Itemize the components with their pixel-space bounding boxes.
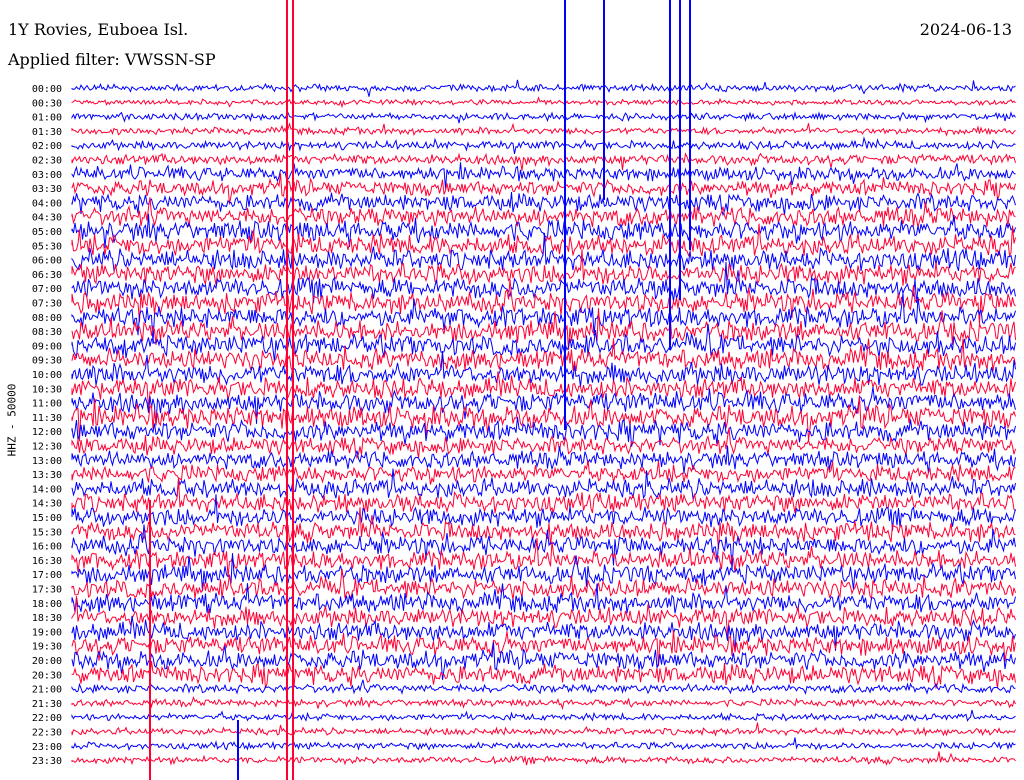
row-label: 18:30 (32, 613, 62, 624)
row-label: 21:30 (32, 699, 62, 710)
trace-row (71, 751, 1016, 766)
row-label: 05:30 (32, 241, 62, 252)
row-label: 15:00 (32, 513, 62, 524)
row-label: 16:00 (32, 542, 62, 553)
row-label: 21:00 (32, 685, 62, 696)
trace-row (71, 460, 1016, 485)
row-label: 04:00 (32, 198, 62, 209)
trace-row (71, 232, 1016, 272)
row-label: 09:30 (32, 356, 62, 367)
row-label: 03:30 (32, 184, 62, 195)
trace-row (71, 136, 1016, 155)
trace-row (71, 553, 1016, 592)
row-label: 11:00 (32, 399, 62, 410)
row-label: 19:00 (32, 627, 62, 638)
trace-row (71, 122, 1016, 137)
trace-row (71, 152, 1016, 171)
row-label: 07:30 (32, 299, 62, 310)
row-label: 02:00 (32, 141, 62, 152)
row-label: 10:00 (32, 370, 62, 381)
row-label: 20:30 (32, 670, 62, 681)
trace-row (71, 679, 1016, 695)
trace-row (71, 709, 1016, 722)
row-label: 17:30 (32, 585, 62, 596)
trace-row (71, 722, 1016, 737)
row-label: 10:30 (32, 384, 62, 395)
row-label: 22:30 (32, 728, 62, 739)
row-label: 11:30 (32, 413, 62, 424)
helicorder-plot: 00:00 00:30 01:00 01:30 02:00 02:30 03:00 03:30… (32, 0, 1016, 780)
row-label: 01:00 (32, 113, 62, 124)
row-label: 23:30 (32, 756, 62, 767)
row-label: 12:00 (32, 427, 62, 438)
trace-row (71, 583, 1016, 615)
row-label: 00:00 (32, 84, 62, 95)
row-label: 17:00 (32, 570, 62, 581)
row-label: 14:00 (32, 484, 62, 495)
row-label: 23:00 (32, 742, 62, 753)
row-label: 13:30 (32, 470, 62, 481)
row-label: 06:30 (32, 270, 62, 281)
row-label: 09:00 (32, 341, 62, 352)
row-label: 03:00 (32, 170, 62, 181)
row-label: 14:30 (32, 499, 62, 510)
trace-row (71, 445, 1016, 474)
row-label: 08:30 (32, 327, 62, 338)
trace-row (71, 111, 1016, 124)
trace-row (71, 79, 1016, 97)
row-label: 06:00 (32, 256, 62, 267)
row-label: 04:30 (32, 213, 62, 224)
row-label: 20:00 (32, 656, 62, 667)
row-label: 08:00 (32, 313, 62, 324)
row-label: 00:30 (32, 98, 62, 109)
row-label: 19:30 (32, 642, 62, 653)
row-label: 12:30 (32, 442, 62, 453)
row-label: 22:00 (32, 713, 62, 724)
row-label: 01:30 (32, 127, 62, 138)
row-label: 02:30 (32, 156, 62, 167)
row-label: 07:00 (32, 284, 62, 295)
trace-row (71, 696, 1016, 711)
trace-row (71, 737, 1016, 752)
trace-row (71, 478, 1016, 514)
trace-row (71, 538, 1016, 578)
row-label: 05:00 (32, 227, 62, 238)
row-label: 16:30 (32, 556, 62, 567)
row-label: 13:00 (32, 456, 62, 467)
row-label: 15:30 (32, 527, 62, 538)
trace-row (71, 96, 1016, 109)
row-label: 18:00 (32, 599, 62, 610)
